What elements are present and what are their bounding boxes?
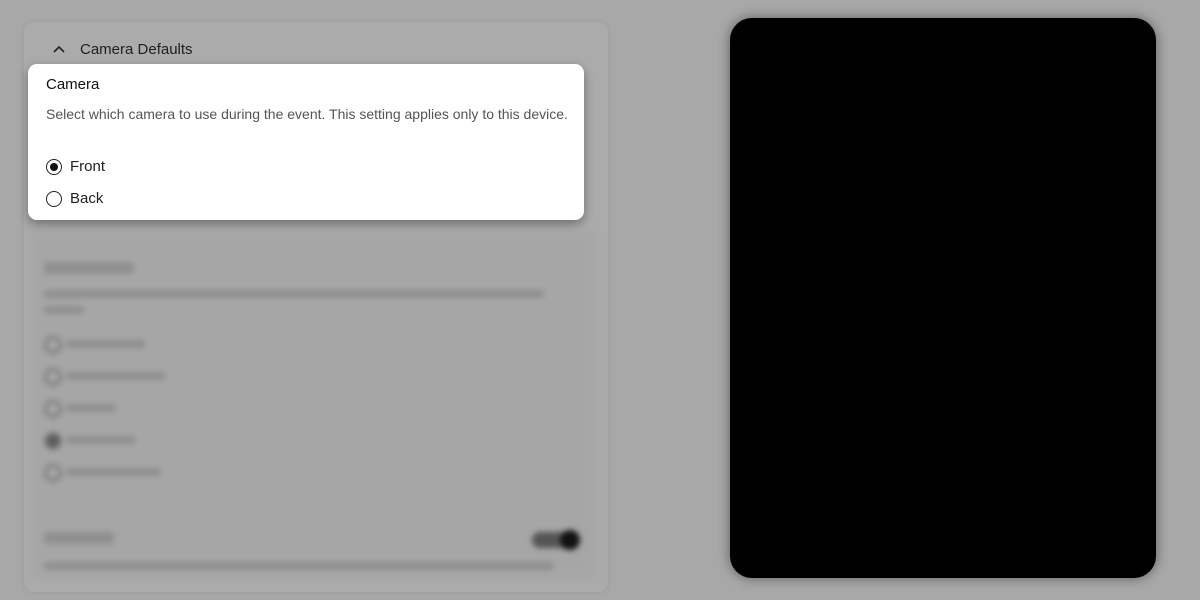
chevron-up-icon[interactable]	[42, 32, 76, 66]
option-label-back: Back	[70, 190, 104, 207]
camera-setting-card: Camera Select which camera to use during…	[28, 64, 584, 220]
camera-title: Camera	[46, 76, 100, 93]
option-label-front: Front	[70, 158, 106, 175]
radio-unselected-icon[interactable]	[46, 190, 62, 207]
camera-option-front[interactable]: Front	[46, 158, 105, 175]
camera-defaults-header[interactable]: Camera Defaults	[24, 30, 602, 68]
section-title: Camera Defaults	[80, 40, 193, 58]
obscured-settings	[32, 232, 596, 578]
camera-preview	[730, 18, 1156, 578]
screen: Camera Defaults Camera Select which came…	[0, 0, 1200, 600]
radio-dot	[50, 162, 58, 171]
radio-selected-icon[interactable]	[46, 158, 62, 175]
camera-option-back[interactable]: Back	[46, 190, 103, 207]
camera-description: Select which camera to use during the ev…	[46, 106, 568, 122]
